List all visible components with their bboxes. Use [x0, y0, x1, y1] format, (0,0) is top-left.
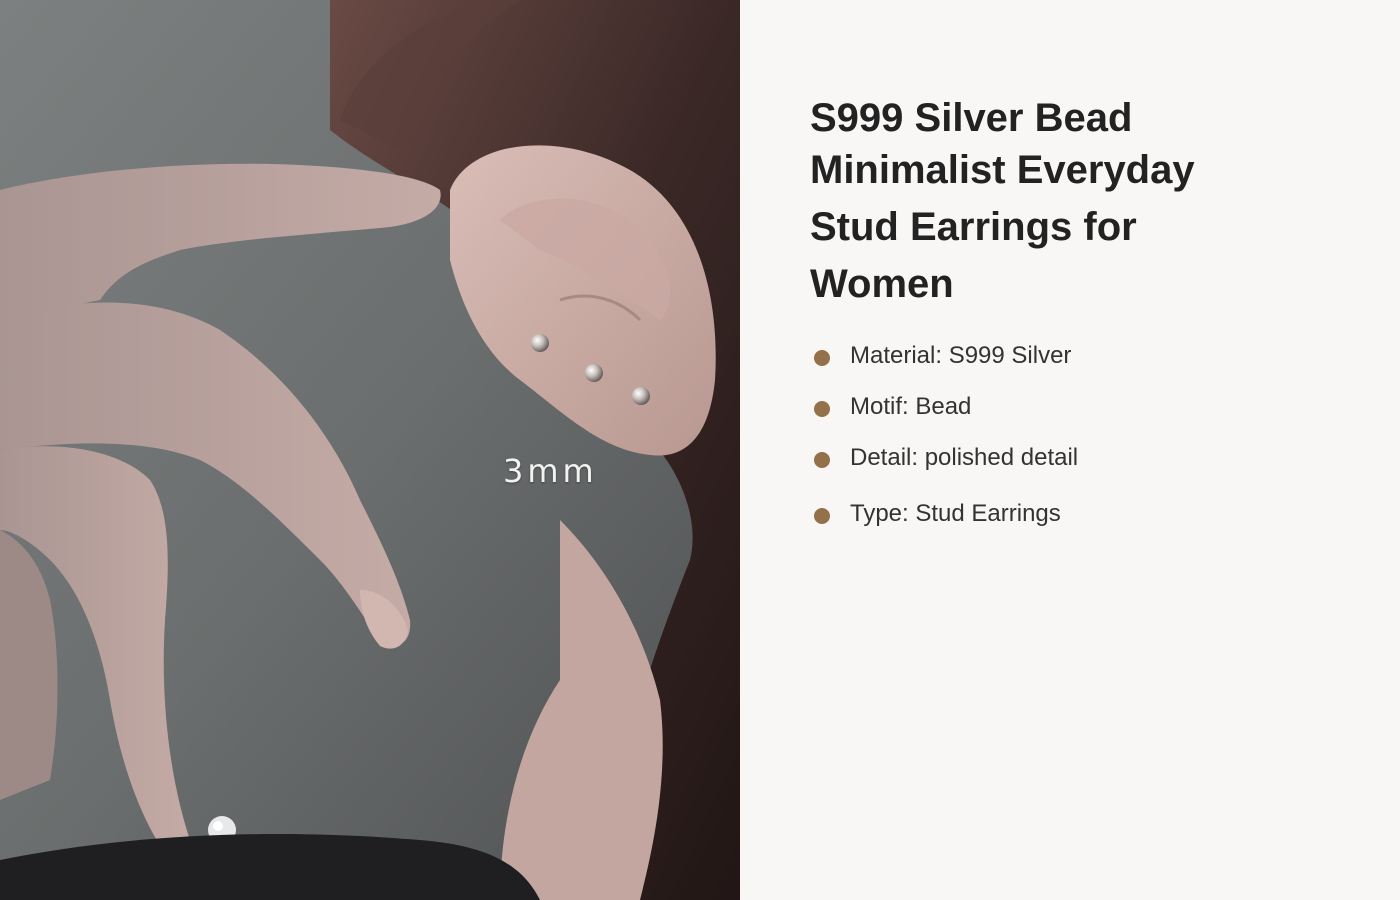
feature-list: Material: S999 Silver Motif: Bead Detail…	[814, 330, 1078, 539]
product-title-line: S999 Silver Bead	[810, 96, 1133, 140]
feature-item: Material: S999 Silver	[814, 330, 1078, 381]
bullet-icon	[814, 507, 830, 524]
product-title-line: Women	[810, 262, 954, 306]
feature-text: Material: S999 Silver	[850, 341, 1072, 369]
product-title: S999 Silver Bead Minimalist Everyday Stu…	[810, 92, 1250, 310]
feature-item: Type: Stud Earrings	[814, 488, 1078, 539]
feature-item: Motif: Bead	[814, 381, 1078, 432]
product-title-line: Minimalist Everyday	[810, 148, 1195, 192]
product-page: 3mm S999 Silver Bead Minimalist Everyday…	[0, 0, 1400, 900]
earring-model-illustration	[0, 0, 740, 900]
feature-item: Detail: polished detail	[814, 432, 1078, 483]
feature-text: Motif: Bead	[850, 392, 972, 420]
bullet-icon	[814, 451, 830, 468]
size-label: 3mm	[503, 452, 598, 490]
feature-text: Type: Stud Earrings	[850, 499, 1061, 527]
bullet-icon	[814, 349, 830, 366]
bullet-icon	[814, 400, 830, 417]
feature-text: Detail: polished detail	[850, 443, 1079, 471]
product-photo: 3mm	[0, 0, 740, 900]
product-info-panel: S999 Silver Bead Minimalist Everyday Stu…	[740, 0, 1400, 900]
product-title-line: Stud Earrings for	[810, 205, 1137, 249]
